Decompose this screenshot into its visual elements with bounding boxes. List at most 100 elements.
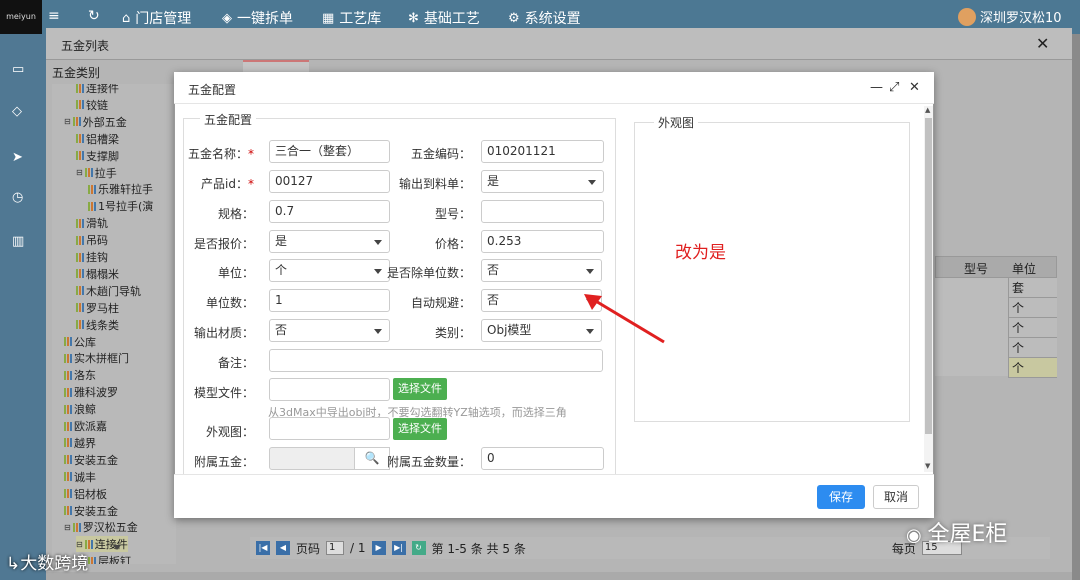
refresh-icon[interactable]: ↻ — [88, 8, 100, 24]
divide-unit-select[interactable]: 否 — [481, 259, 602, 282]
hardware-list-close-icon[interactable]: ✕ — [1036, 34, 1049, 53]
remark-textarea[interactable] — [269, 349, 603, 372]
tree-node[interactable]: 实木拼框门 — [64, 350, 129, 366]
tree-node[interactable]: ⊟ 罗汉松五金 — [64, 519, 138, 535]
tree-node[interactable]: ⊟ 拉手 — [76, 165, 117, 181]
grid-unit-cell[interactable]: 套 — [1008, 278, 1057, 298]
grid-unit-cell[interactable]: 个 — [1008, 338, 1057, 358]
unit-count-input[interactable]: 1 — [269, 289, 390, 312]
tree-node[interactable]: 线条类 — [76, 317, 119, 333]
tree-node[interactable]: 洛东 — [64, 367, 96, 383]
nav-one-click-split[interactable]: ◈ 一键拆单 — [222, 8, 293, 28]
collapse-icon[interactable]: ⊟ — [76, 540, 83, 549]
attached-count-input[interactable]: 0 — [481, 447, 604, 470]
appearance-choose-button[interactable]: 选择文件 — [393, 418, 447, 440]
grid-unit-cell[interactable]: 个 — [1008, 358, 1057, 378]
model-file-choose-button[interactable]: 选择文件 — [393, 378, 447, 400]
nav-basic-process[interactable]: ✻ 基础工艺 — [408, 8, 480, 28]
tree-node[interactable]: 铰链 — [76, 97, 108, 113]
tree-node[interactable]: 层板钉 — [88, 553, 131, 564]
collapse-icon[interactable]: ⊟ — [64, 523, 71, 532]
page-input[interactable]: 1 — [326, 541, 345, 555]
quote-label: 是否报价： — [193, 237, 254, 251]
name-input[interactable]: 三合一（整套） — [269, 140, 390, 163]
keyboard-icon[interactable]: ▭ — [12, 62, 24, 77]
spec-input[interactable]: 0.7 — [269, 200, 390, 223]
model-file-input[interactable] — [269, 378, 390, 401]
diamond-icon[interactable]: ◇ — [12, 104, 22, 119]
category-icon — [64, 337, 72, 346]
appearance-input[interactable] — [269, 417, 390, 440]
grid-unit-cell[interactable]: 个 — [1008, 298, 1057, 318]
category-icon — [76, 252, 84, 262]
collapse-icon[interactable]: ⊟ — [76, 168, 83, 177]
tree-node[interactable]: 浪鲸 — [64, 401, 96, 417]
price-input[interactable]: 0.253 — [481, 230, 604, 253]
send-icon[interactable]: ➤ — [12, 150, 23, 165]
first-page-icon[interactable]: |◀ — [256, 541, 270, 555]
tree-node[interactable]: 铝槽梁 — [76, 131, 119, 147]
last-page-icon[interactable]: ▶| — [391, 541, 406, 555]
scroll-up-icon[interactable]: ▲ — [925, 106, 930, 114]
remark-label: 备注： — [217, 356, 254, 370]
collapse-icon[interactable]: ⊟ — [64, 117, 71, 126]
tree-node[interactable]: 安装五金 — [64, 452, 118, 468]
quote-select[interactable]: 是 — [269, 230, 390, 253]
tree-node[interactable]: 雅科波罗 — [64, 384, 118, 400]
tree-node[interactable]: 1号拉手(演 — [88, 198, 153, 214]
category-label: 类别： — [434, 326, 471, 340]
output-select[interactable]: 是 — [481, 170, 604, 193]
category-tree[interactable]: 连接件 铰链 ⊟ 外部五金 铝槽梁 支撑脚 ⊟ 拉手 乐雅轩拉手 1号拉手(演 滑轨 吊码 挂钩 榻榻米木… — [52, 84, 176, 564]
maximize-icon[interactable]: ⤢ — [889, 80, 899, 95]
model-input[interactable] — [481, 200, 604, 223]
save-button[interactable]: 保存 — [817, 485, 865, 509]
user-menu[interactable]: 深圳罗汉松10 — [958, 7, 1062, 26]
dialog-scrollbar-thumb[interactable] — [925, 118, 932, 434]
tree-node[interactable]: 滑轨 — [76, 215, 108, 231]
tree-node[interactable]: ⊟ 外部五金 — [64, 114, 127, 130]
unit-select[interactable]: 个 — [269, 259, 390, 282]
product-id-input[interactable]: 00127 — [269, 170, 390, 193]
prev-page-icon[interactable]: ◀ — [276, 541, 290, 555]
category-icon — [88, 556, 96, 564]
minimize-icon[interactable]: — — [870, 80, 883, 95]
nav-system-settings[interactable]: ⚙ 系统设置 — [508, 8, 581, 28]
tree-node[interactable]: 榻榻米 — [76, 266, 119, 282]
tree-node[interactable]: 公库 — [64, 334, 96, 350]
nav-process-library[interactable]: ▦ 工艺库 — [322, 8, 381, 28]
tree-node-label: 安装五金 — [74, 504, 118, 518]
dialog-close-icon[interactable]: ✕ — [909, 80, 920, 95]
reload-icon[interactable]: ↻ — [411, 541, 426, 555]
nav-store-management[interactable]: ⌂ 门店管理 — [122, 8, 191, 28]
tree-node[interactable]: 铝材板 — [64, 486, 107, 502]
app-logo: meiyun — [0, 0, 42, 34]
clock-icon[interactable]: ◷ — [12, 190, 23, 205]
tree-node[interactable]: 罗马柱 — [76, 300, 119, 316]
gear-icon: ⚙ — [508, 10, 520, 26]
annotation-text: 改为是 — [675, 243, 726, 263]
wechat-icon: ◉ — [906, 525, 928, 546]
home-icon: ⌂ — [122, 10, 131, 26]
tree-node[interactable]: 连接件 — [76, 84, 119, 96]
tree-node[interactable]: 越界 — [64, 435, 96, 451]
tree-node[interactable]: 挂钩 — [76, 249, 108, 265]
menu-icon[interactable]: ≡ — [48, 8, 60, 24]
trash-icon[interactable]: ▥ — [12, 234, 24, 249]
price-label: 价格： — [434, 237, 471, 251]
tree-node[interactable]: 支撑脚 — [76, 148, 119, 164]
next-page-icon[interactable]: ▶ — [371, 541, 386, 555]
scroll-down-icon[interactable]: ▼ — [925, 462, 930, 470]
category-icon — [76, 286, 84, 296]
name-label: 五金名称：* — [187, 147, 254, 161]
tree-node[interactable]: 诚丰 — [64, 469, 96, 485]
tree-node[interactable]: 安装五金 — [64, 503, 118, 519]
tree-node[interactable]: 吊码 — [76, 232, 108, 248]
cancel-button[interactable]: 取消 — [873, 485, 919, 509]
material-select[interactable]: 否 — [269, 319, 390, 342]
grid-unit-cell[interactable]: 个 — [1008, 318, 1057, 338]
book-icon: ▦ — [322, 10, 335, 26]
tree-node[interactable]: 乐雅轩拉手 — [88, 181, 153, 197]
code-input[interactable]: 010201121 — [481, 140, 604, 163]
tree-node[interactable]: 欧派嘉 — [64, 418, 107, 434]
tree-node[interactable]: 木趟门导轨 — [76, 283, 141, 299]
